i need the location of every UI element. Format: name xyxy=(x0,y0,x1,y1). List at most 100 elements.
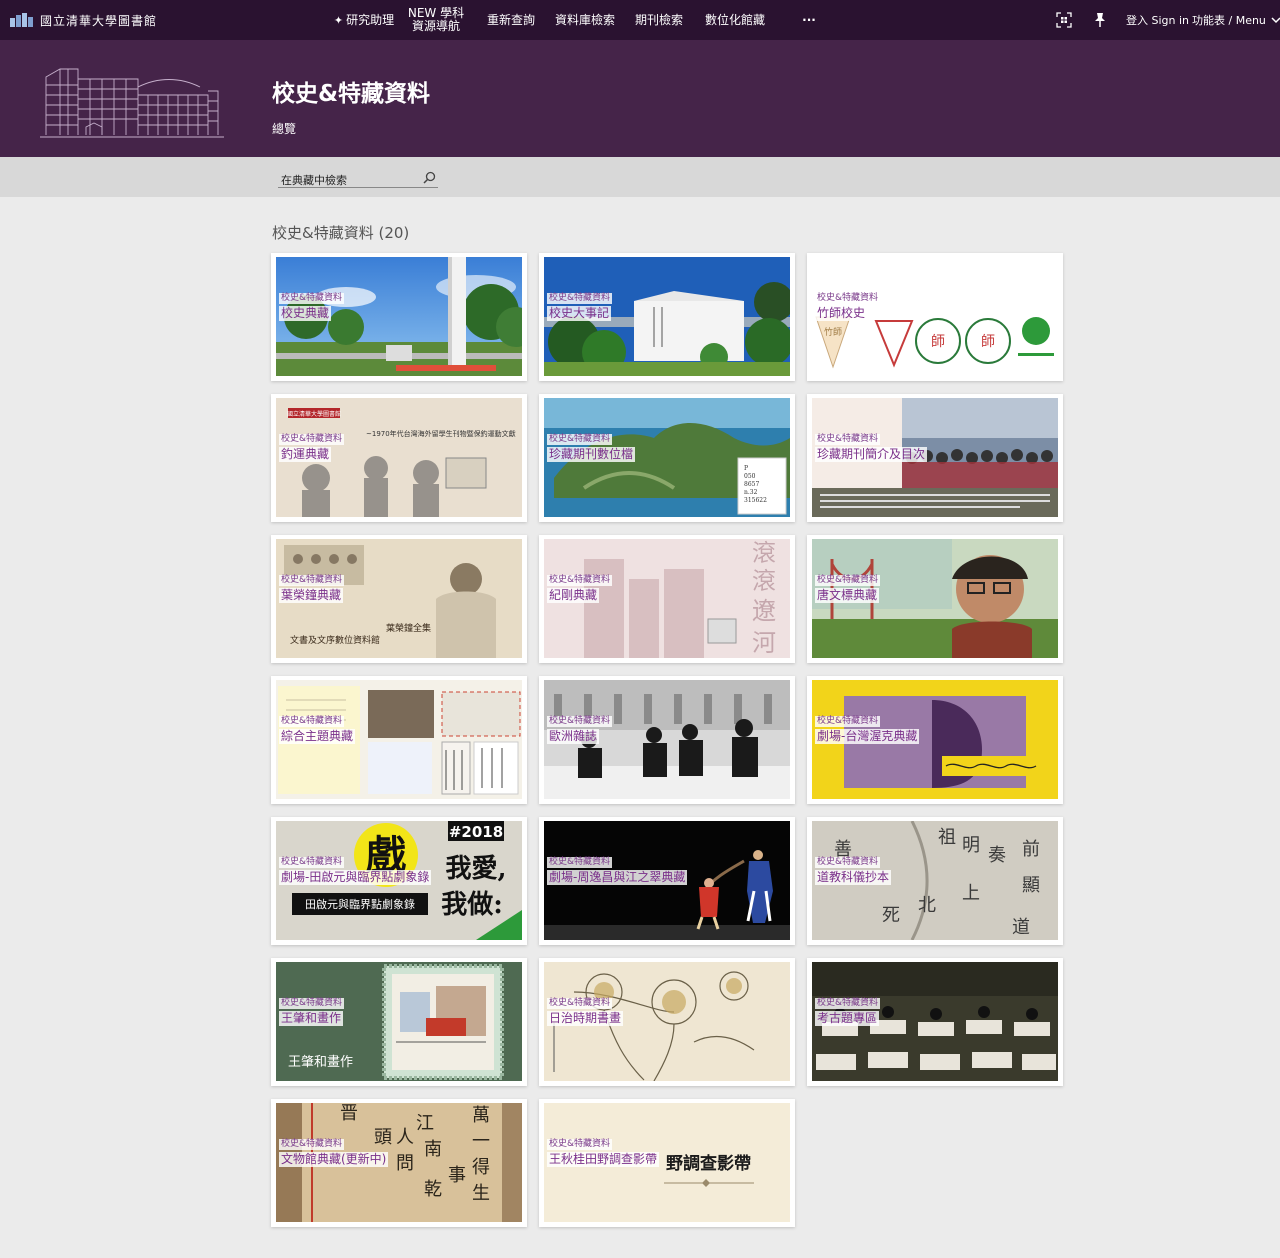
collection-card[interactable]: 國立清華大學圖書館 ~1970年代台灣海外留學生刊物暨保釣運動文獻 校史&特藏資… xyxy=(271,394,527,522)
card-tag: 校史&特藏資料 xyxy=(279,575,345,586)
nav-journal-search[interactable]: 期刊檢索 xyxy=(634,0,684,40)
card13-line1: 我愛, xyxy=(445,854,506,884)
pin-icon xyxy=(1095,13,1105,27)
card15-glyph-6: 上 xyxy=(962,883,980,904)
card-tag: 校史&特藏資料 xyxy=(547,575,613,586)
card15-glyph-4: 前 xyxy=(1022,839,1040,860)
card-title: 劇場-田啟元與臨界點劇象錄 xyxy=(279,870,432,885)
collection-search xyxy=(278,169,438,190)
card8-big-1: 滾 xyxy=(752,539,776,567)
card7-caption-1: 葉榮鐘全集 xyxy=(386,622,431,634)
sign-in-link[interactable]: 登入 Sign in xyxy=(1126,0,1189,40)
collection-card[interactable]: 晋 萬 江 頭 人 一 問 南 得 生 乾 事 校史&特藏資料 文物館典藏(更新… xyxy=(271,1099,527,1227)
card-title: 珍藏期刊數位檔 xyxy=(547,447,636,462)
collection-card[interactable]: 野調查影帶 校史&特藏資料 王秋桂田野調查影帶 xyxy=(539,1099,795,1227)
card-tag: 校史&特藏資料 xyxy=(815,998,881,1009)
card19-glyph-11: 乾 xyxy=(424,1179,442,1200)
sparkle-icon: ✦ xyxy=(333,13,344,27)
card5-label-3: n.32 xyxy=(744,489,758,496)
card5-label-4: 315622 xyxy=(744,497,767,504)
collection-header: 校史&特藏資料 總覽 xyxy=(0,40,1280,157)
card-title: 唐文標典藏 xyxy=(815,588,880,603)
card19-glyph-3: 江 xyxy=(416,1113,434,1134)
nav-new-search[interactable]: 重新查詢 xyxy=(484,0,538,40)
card13-hashtag: #2018 xyxy=(449,823,503,841)
nav-research-assistant-label: 研究助理 xyxy=(346,12,395,27)
collection-card[interactable]: P 050 8657 n.32 315622 校史&特藏資料 珍藏期刊數位檔 xyxy=(539,394,795,522)
card-tag: 校史&特藏資料 xyxy=(279,857,345,868)
nav-database-search-label: 資料庫檢索 xyxy=(554,12,615,27)
card3-emblem-text-3: 師 xyxy=(981,334,995,350)
collection-card[interactable]: 校史&特藏資料 考古題專區 xyxy=(807,958,1063,1086)
nav-research-assistant[interactable]: ✦ 研究助理 xyxy=(328,0,400,40)
nav-journal-search-label: 期刊檢索 xyxy=(634,12,683,27)
nav-digital-collections-label: 數位化館藏 xyxy=(704,12,765,27)
nav-digital-collections[interactable]: 數位化館藏 xyxy=(704,0,766,40)
collection-card[interactable]: 校史&特藏資料 劇場-周逸昌與江之翠典藏 xyxy=(539,817,795,945)
card-tag: 校史&特藏資料 xyxy=(279,1139,345,1150)
card5-label-p: P xyxy=(744,465,748,472)
collection-card[interactable]: 王肇和畫作 校史&特藏資料 王肇和畫作 xyxy=(271,958,527,1086)
nav-subject-guides[interactable]: NEW 學科 資源導航 xyxy=(406,0,466,40)
card-title: 王肇和畫作 xyxy=(279,1011,344,1026)
card15-glyph-1: 祖 xyxy=(938,827,956,848)
card-tag: 校史&特藏資料 xyxy=(815,434,881,445)
collection-card[interactable]: 校史&特藏資料 校史大事記 xyxy=(539,253,795,381)
menu-button[interactable]: 功能表 / Menu xyxy=(1192,0,1280,40)
card15-glyph-2: 明 xyxy=(962,835,980,856)
collection-card[interactable]: 校史&特藏資料 珍藏期刊簡介及目次 xyxy=(807,394,1063,522)
collection-card[interactable]: 竹師 師 師 校史&特藏資料 竹師校史 xyxy=(807,253,1063,381)
card15-glyph-10: 道 xyxy=(1012,917,1030,938)
page-title: 校史&特藏資料 xyxy=(272,81,431,107)
card-title: 考古題專區 xyxy=(815,1011,880,1026)
collection-search-input[interactable] xyxy=(278,171,416,190)
collection-card[interactable]: 校史&特藏資料 唐文標典藏 xyxy=(807,535,1063,663)
card-tag: 校史&特藏資料 xyxy=(547,857,613,868)
collection-card[interactable]: 校史&特藏資料 劇場-台灣渥克典藏 xyxy=(807,676,1063,804)
card-tag: 校史&特藏資料 xyxy=(815,857,881,868)
search-icon[interactable] xyxy=(423,171,436,184)
menu-label: 功能表 / Menu xyxy=(1192,14,1266,27)
qr-code-button[interactable] xyxy=(1056,0,1072,40)
nav-new-search-label: 重新查詢 xyxy=(486,12,535,27)
card19-glyph-7: 問 xyxy=(396,1153,414,1174)
nav-database-search[interactable]: 資料庫檢索 xyxy=(554,0,616,40)
card8-big-3: 遼 xyxy=(752,597,776,625)
card-tag: 校史&特藏資料 xyxy=(279,293,345,304)
card5-label-2: 8657 xyxy=(744,481,759,488)
card16-caption: 王肇和畫作 xyxy=(288,1055,353,1070)
card-tag: 校史&特藏資料 xyxy=(547,1139,613,1150)
card7-caption-2: 文書及文序數位資料館 xyxy=(290,634,380,646)
pin-button[interactable] xyxy=(1093,0,1107,40)
card19-glyph-12: 事 xyxy=(448,1165,466,1186)
library-building-illustration xyxy=(40,68,224,138)
card-tag: 校史&特藏資料 xyxy=(815,575,881,586)
breadcrumb-overview[interactable]: 總覽 xyxy=(272,120,296,137)
collection-card[interactable]: 校史&特藏資料 日治時期書畫 xyxy=(539,958,795,1086)
card15-glyph-9: 死 xyxy=(882,905,900,926)
card-title: 文物館典藏(更新中) xyxy=(279,1152,389,1167)
card19-glyph-10: 生 xyxy=(472,1183,490,1204)
card-title: 劇場-台灣渥克典藏 xyxy=(815,729,920,744)
search-band xyxy=(0,157,1280,197)
card-title: 校史大事記 xyxy=(547,306,612,321)
collection-card[interactable]: 校史&特藏資料 綜合主題典藏 xyxy=(271,676,527,804)
nav-more-label: ··· xyxy=(802,12,816,27)
collection-card[interactable]: 戲 #2018 我愛, 我做: 田啟元與臨界點劇象錄 校史&特藏資料 劇場-田啟… xyxy=(271,817,527,945)
nav-more-button[interactable]: ··· xyxy=(794,0,824,40)
collection-card[interactable]: 滾 滾 遼 河 校史&特藏資料 紀剛典藏 xyxy=(539,535,795,663)
collection-card[interactable]: 葉榮鐘全集 文書及文序數位資料館 校史&特藏資料 葉榮鐘典藏 xyxy=(271,535,527,663)
card-title: 竹師校史 xyxy=(815,306,868,321)
collection-card[interactable]: 祖 明 奏 前 善 上 顯 北 死 道 校史&特藏資料 道教科儀抄本 xyxy=(807,817,1063,945)
card-title: 珍藏期刊簡介及目次 xyxy=(815,447,928,462)
collection-card[interactable]: 校史&特藏資料 校史典藏 xyxy=(271,253,527,381)
card-tag: 校史&特藏資料 xyxy=(547,434,613,445)
collection-section-title: 校史&特藏資料 (20) xyxy=(272,224,410,242)
card8-big-2: 滾 xyxy=(752,567,776,595)
library-logo[interactable]: 國立清華大學圖書館 xyxy=(10,12,157,28)
card-title: 日治時期書畫 xyxy=(547,1011,624,1026)
library-logo-icon xyxy=(10,13,34,27)
card-title: 王秋桂田野調查影帶 xyxy=(547,1152,660,1167)
card15-glyph-8: 北 xyxy=(918,895,936,916)
collection-card[interactable]: 校史&特藏資料 歐洲雜誌 xyxy=(539,676,795,804)
